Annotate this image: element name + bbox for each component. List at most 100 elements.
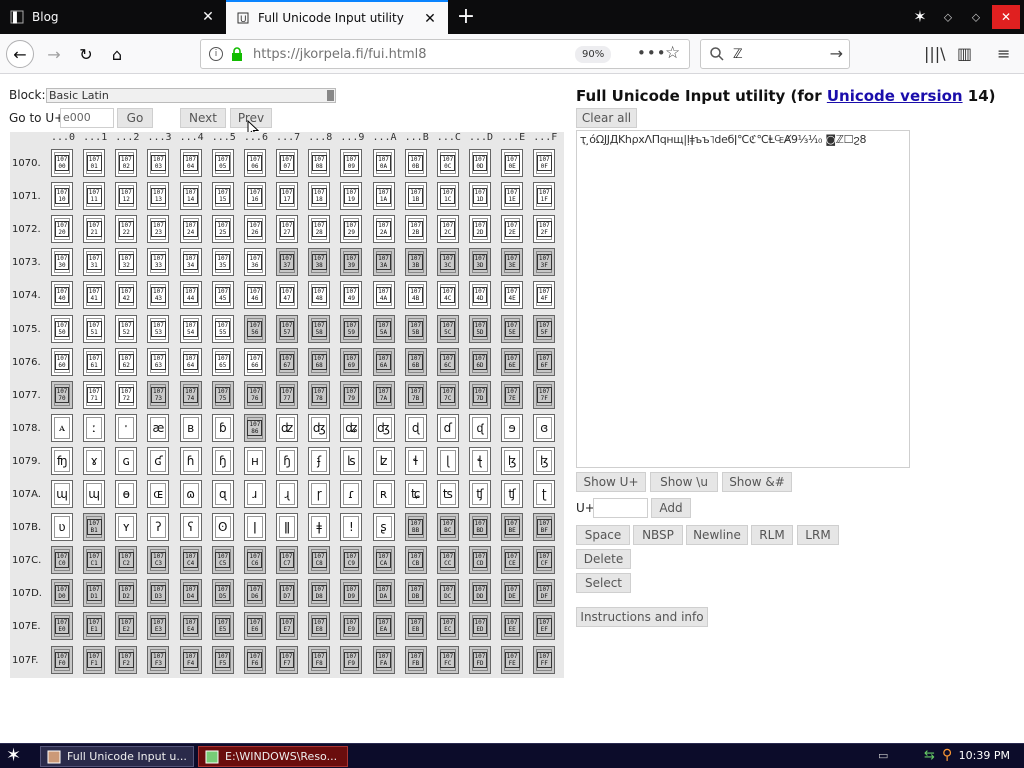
- char-cell[interactable]: ɹ: [243, 480, 266, 508]
- char-cell[interactable]: 107 D6: [243, 579, 266, 608]
- char-cell[interactable]: 107 58: [308, 314, 331, 343]
- char-cell[interactable]: 107 24: [179, 215, 202, 244]
- char-cell[interactable]: ɭ: [436, 446, 459, 475]
- char-cell[interactable]: 107 E4: [179, 612, 202, 641]
- menu-icon[interactable]: ≡: [997, 44, 1010, 63]
- char-cell[interactable]: 107 E0: [51, 612, 73, 641]
- char-cell[interactable]: ʧ: [501, 480, 524, 508]
- char-cell[interactable]: 107 40: [51, 281, 73, 310]
- char-cell[interactable]: ɗ: [436, 413, 459, 442]
- char-cell[interactable]: 107 49: [340, 281, 363, 310]
- char-cell[interactable]: 107 6B: [404, 347, 427, 376]
- char-cell[interactable]: 107 28: [308, 215, 331, 244]
- char-cell[interactable]: 107 7B: [404, 380, 427, 409]
- search-bar[interactable]: ℤ →: [700, 39, 850, 69]
- taskbar-item-notepad[interactable]: E:\WINDOWS\Reso...: [198, 746, 348, 767]
- char-cell[interactable]: 107 74: [179, 380, 202, 409]
- char-cell[interactable]: 107 4C: [436, 281, 459, 310]
- char-cell[interactable]: 107 EA: [372, 612, 395, 641]
- char-cell[interactable]: 107 2D: [468, 215, 491, 244]
- char-cell[interactable]: 107 01: [83, 149, 106, 177]
- char-cell[interactable]: 107 C9: [340, 546, 363, 575]
- char-cell[interactable]: 107 C5: [211, 546, 234, 575]
- char-cell[interactable]: 107 BF: [533, 513, 556, 542]
- char-cell[interactable]: 107 2F: [533, 215, 556, 244]
- char-cell[interactable]: 107 0C: [436, 149, 459, 177]
- char-cell[interactable]: 107 C7: [276, 546, 299, 575]
- lock-icon[interactable]: [231, 47, 243, 61]
- new-tab-icon[interactable]: +: [454, 5, 478, 29]
- char-cell[interactable]: ʕ: [179, 513, 202, 542]
- char-cell[interactable]: 107 7E: [501, 380, 524, 409]
- char-cell[interactable]: 107 25: [211, 215, 234, 244]
- char-cell[interactable]: 107 CF: [533, 546, 556, 575]
- minimize-icon[interactable]: ⬦: [936, 5, 960, 29]
- char-cell[interactable]: ʀ: [372, 480, 395, 508]
- search-go-icon[interactable]: →: [830, 44, 843, 63]
- char-cell[interactable]: 107 5A: [372, 314, 395, 343]
- char-cell[interactable]: 107 EF: [533, 612, 556, 641]
- char-cell[interactable]: ʔ: [147, 513, 170, 542]
- char-cell[interactable]: 107 57: [276, 314, 299, 343]
- char-cell[interactable]: 107 70: [51, 380, 73, 409]
- library-icon[interactable]: |||\: [924, 44, 946, 63]
- char-cell[interactable]: 107 E2: [115, 612, 138, 641]
- char-cell[interactable]: 107 6A: [372, 347, 395, 376]
- maximize-icon[interactable]: ⬦: [964, 5, 988, 29]
- char-cell[interactable]: 107 76: [243, 380, 266, 409]
- char-cell[interactable]: 107 0B: [404, 149, 427, 177]
- char-cell[interactable]: ǂ: [308, 513, 331, 542]
- search-tray-icon[interactable]: ⚲: [942, 747, 952, 763]
- char-cell[interactable]: 107 79: [340, 380, 363, 409]
- char-cell[interactable]: 107 34: [179, 248, 202, 277]
- close-tab-icon[interactable]: ✕: [200, 9, 216, 25]
- char-cell[interactable]: 107 20: [51, 215, 73, 244]
- char-cell[interactable]: 107 C0: [51, 546, 73, 575]
- char-cell[interactable]: ʂ: [372, 513, 395, 542]
- char-cell[interactable]: ʩ: [51, 446, 73, 475]
- rlm-button[interactable]: RLM: [751, 525, 793, 545]
- info-icon[interactable]: i: [209, 47, 223, 61]
- char-cell[interactable]: 107 69: [340, 347, 363, 376]
- char-cell[interactable]: 107 0D: [468, 149, 491, 177]
- char-cell[interactable]: ʤ: [372, 413, 395, 442]
- char-cell[interactable]: 107 4D: [468, 281, 491, 310]
- char-cell[interactable]: 107 3E: [501, 248, 524, 277]
- char-cell[interactable]: 107 F0: [51, 645, 73, 674]
- char-cell[interactable]: ɘ: [501, 413, 524, 442]
- char-cell[interactable]: 107 6D: [468, 347, 491, 376]
- char-cell[interactable]: 107 50: [51, 314, 73, 343]
- char-cell[interactable]: 107 86: [243, 413, 266, 442]
- char-cell[interactable]: 107 F6: [243, 645, 266, 674]
- char-cell[interactable]: 107 4A: [372, 281, 395, 310]
- bookmark-star-icon[interactable]: ☆: [665, 43, 680, 63]
- char-cell[interactable]: 107 F2: [115, 645, 138, 674]
- url-bar[interactable]: i https://jkorpela.fi/fui.html8 90% ••• …: [200, 39, 690, 69]
- char-cell[interactable]: 107 32: [115, 248, 138, 277]
- char-cell[interactable]: 107 F8: [308, 645, 331, 674]
- unicode-version-link[interactable]: Unicode version: [827, 87, 963, 105]
- newline-button[interactable]: Newline: [686, 525, 748, 545]
- char-cell[interactable]: 107 5F: [533, 314, 556, 343]
- keyboard-icon[interactable]: ▭: [878, 749, 888, 762]
- char-cell[interactable]: ɦ: [179, 446, 202, 475]
- char-cell[interactable]: 107 DA: [372, 579, 395, 608]
- char-cell[interactable]: 107 14: [179, 182, 202, 211]
- uplus-input[interactable]: [593, 498, 648, 518]
- char-cell[interactable]: ʛ: [147, 446, 170, 475]
- char-cell[interactable]: 107 FB: [404, 645, 427, 674]
- char-cell[interactable]: ʋ: [51, 513, 73, 542]
- char-cell[interactable]: 107 29: [340, 215, 363, 244]
- char-cell[interactable]: 107 42: [115, 281, 138, 310]
- char-cell[interactable]: 107 3D: [468, 248, 491, 277]
- char-cell[interactable]: 107 C8: [308, 546, 331, 575]
- char-cell[interactable]: 107 09: [340, 149, 363, 177]
- lrm-button[interactable]: LRM: [797, 525, 839, 545]
- forward-icon[interactable]: →: [40, 40, 68, 68]
- char-cell[interactable]: 107 F4: [179, 645, 202, 674]
- home-icon[interactable]: ⌂: [103, 40, 131, 68]
- char-cell[interactable]: 107 36: [243, 248, 266, 277]
- char-cell[interactable]: ꭺ: [51, 413, 73, 442]
- char-cell[interactable]: 107 D1: [83, 579, 106, 608]
- char-cell[interactable]: 107 FF: [533, 645, 556, 674]
